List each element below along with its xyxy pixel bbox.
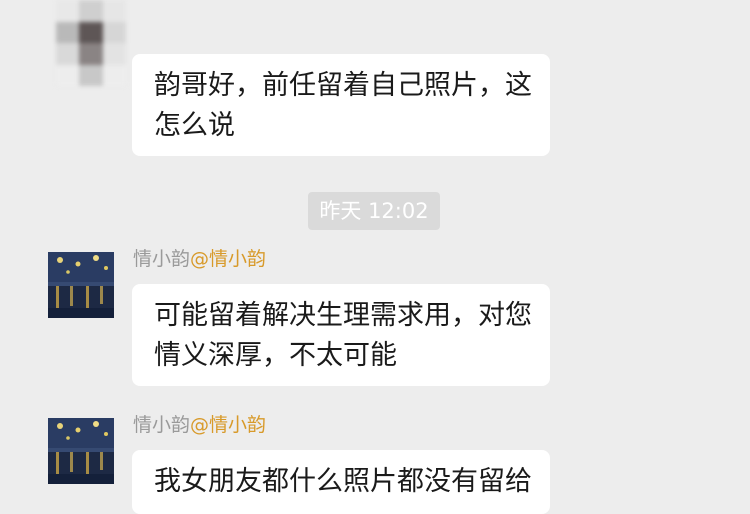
chat-view: 韵哥好，前任留着自己照片，这 怎么说 昨天 12:02 情小韵@情小韵 可能留着… xyxy=(0,0,750,514)
message-bubble[interactable]: 可能留着解决生理需求用，对您 情义深厚，不太可能 xyxy=(132,284,550,386)
sender-name: 情小韵@情小韵 xyxy=(133,412,266,438)
message-line: 韵哥好，前任留着自己照片，这 xyxy=(154,70,532,101)
message-bubble[interactable]: 韵哥好，前任留着自己照片，这 怎么说 xyxy=(132,54,550,156)
sender-mention[interactable]: @情小韵 xyxy=(190,414,266,436)
sender-nickname: 情小韵 xyxy=(133,414,191,436)
sender-mention[interactable]: @情小韵 xyxy=(190,248,266,270)
message-bubble[interactable]: 我女朋友都什么照片都没有留给 xyxy=(132,450,550,514)
sender-avatar[interactable] xyxy=(48,252,114,318)
message-line: 我女朋友都什么照片都没有留给 xyxy=(154,466,532,497)
message-line: 情义深厚，不太可能 xyxy=(154,340,397,371)
message-line: 怎么说 xyxy=(154,110,235,141)
message-line: 可能留着解决生理需求用，对您 xyxy=(154,300,532,331)
sender-nickname: 情小韵 xyxy=(133,248,191,270)
sender-name: 情小韵@情小韵 xyxy=(133,246,266,272)
user-avatar[interactable] xyxy=(56,0,126,86)
sender-avatar[interactable] xyxy=(48,418,114,484)
timestamp-badge: 昨天 12:02 xyxy=(308,192,440,230)
